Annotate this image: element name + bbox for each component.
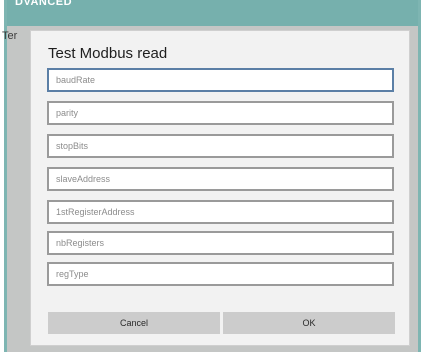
stop-bits-input[interactable] (47, 134, 394, 158)
background-label: Ter (2, 30, 18, 42)
cancel-button[interactable]: Cancel (48, 312, 220, 334)
slave-address-input[interactable] (47, 167, 394, 191)
baud-rate-input[interactable] (47, 68, 394, 92)
ok-button[interactable]: OK (223, 312, 395, 334)
first-register-address-input[interactable] (47, 200, 394, 224)
modbus-read-dialog: Test Modbus read Cancel OK (30, 30, 410, 346)
reg-type-input[interactable] (47, 262, 394, 286)
app-header: DVANCED (7, 0, 418, 26)
dialog-title: Test Modbus read (48, 45, 168, 62)
parity-input[interactable] (47, 101, 394, 125)
nb-registers-input[interactable] (47, 231, 394, 255)
app-header-title: DVANCED (15, 0, 73, 8)
